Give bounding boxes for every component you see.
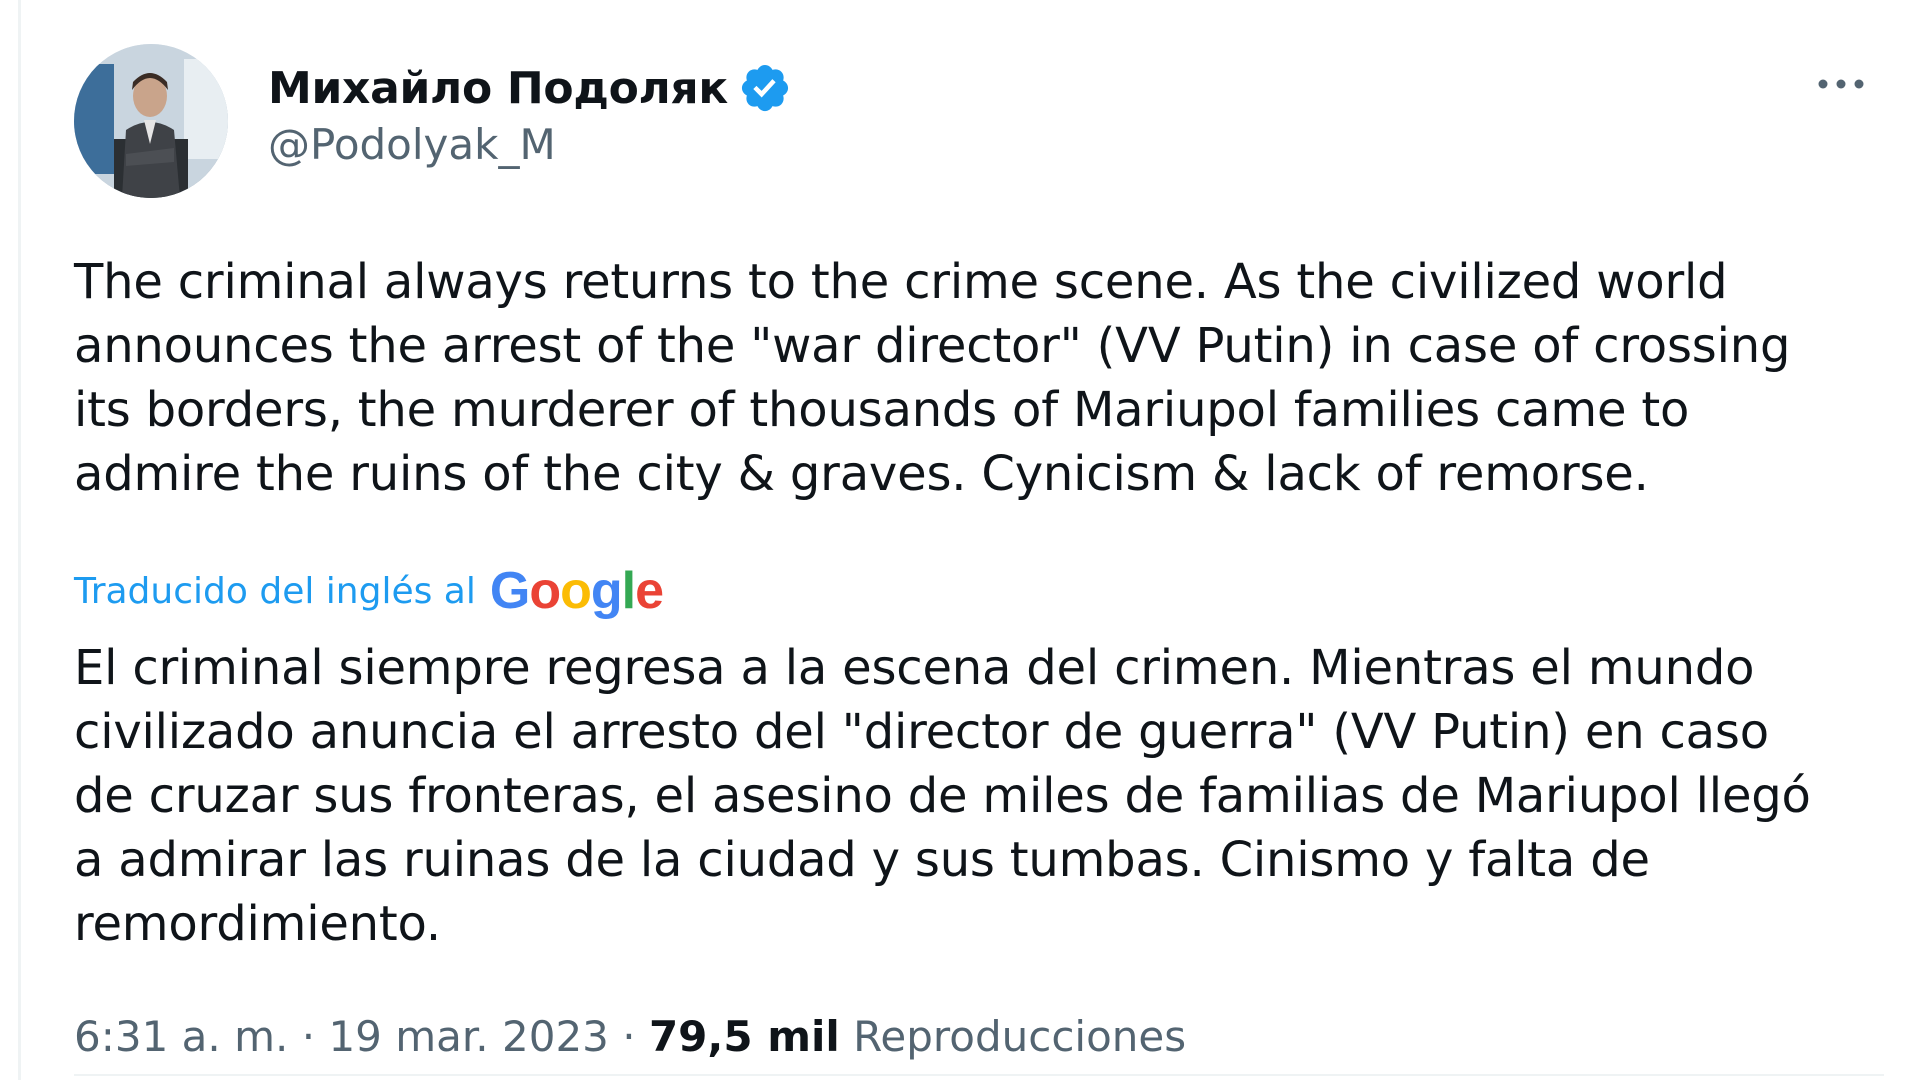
views-count[interactable]: 79,5 mil	[649, 1012, 840, 1061]
meta-separator: ·	[288, 1012, 329, 1061]
translation-label-link[interactable]: Traducido del inglés al	[74, 571, 476, 612]
translated-tweet-text: El criminal siempre regresa a la escena …	[74, 640, 1811, 952]
timeline-left-border	[18, 0, 21, 1080]
tweet-meta: 6:31 a. m. · 19 mar. 2023 · 79,5 mil Rep…	[74, 1012, 1186, 1061]
google-logo-letter: G	[489, 562, 530, 620]
author-name[interactable]: Михайло Подоляк	[268, 63, 728, 114]
verified-badge-icon[interactable]	[738, 61, 792, 115]
author-handle[interactable]: @Podolyak_M	[268, 120, 792, 169]
google-logo-letter: e	[635, 562, 664, 620]
google-logo-letter: o	[529, 562, 561, 620]
author-block: Михайло Подоляк @Podolyak_M	[268, 58, 792, 169]
views-label: Reproducciones	[853, 1012, 1187, 1061]
tweet: Михайло Подоляк @Podolyak_M The criminal…	[74, 44, 1884, 1080]
translation-attribution: Traducido del inglés al Google	[74, 556, 664, 626]
tweet-time[interactable]: 6:31 a. m.	[74, 1012, 288, 1061]
meta-separator: ·	[608, 1012, 649, 1061]
tweet-text: The criminal always returns to the crime…	[74, 254, 1791, 502]
views-spacer	[840, 1012, 853, 1061]
more-options-button[interactable]	[1806, 64, 1876, 104]
google-logo-letter: l	[621, 562, 636, 620]
avatar[interactable]	[74, 44, 228, 198]
more-horizontal-icon	[1818, 79, 1864, 89]
tweet-divider	[74, 1074, 1884, 1076]
google-logo-letter: g	[590, 562, 623, 620]
google-logo-letter: o	[560, 562, 592, 620]
google-logo: Google	[489, 562, 664, 620]
tweet-date[interactable]: 19 mar. 2023	[328, 1012, 608, 1061]
author-name-row: Михайло Подоляк	[268, 58, 792, 118]
avatar-image	[74, 44, 228, 198]
